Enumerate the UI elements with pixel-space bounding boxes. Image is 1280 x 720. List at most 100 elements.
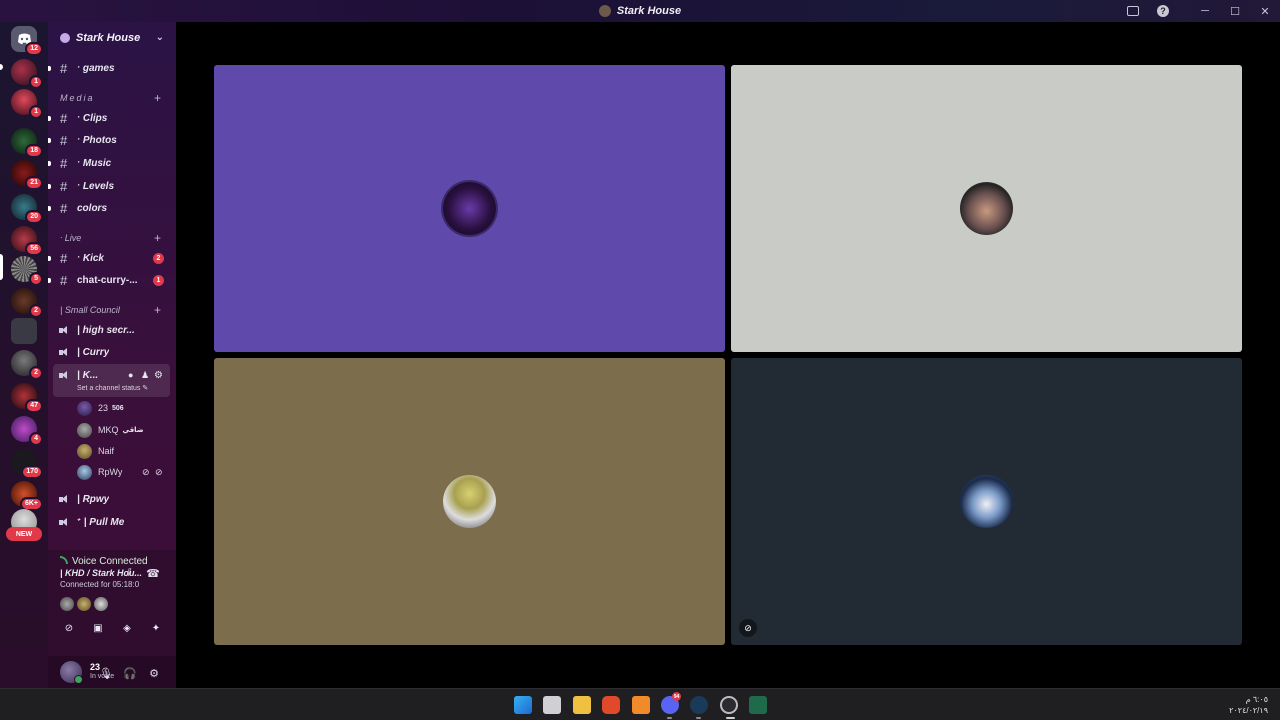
guild-icon [60,33,70,43]
guild-name: Stark House [76,32,141,44]
server-icon[interactable]: 2 [11,350,43,380]
participant-tile[interactable] [731,65,1242,352]
file-explorer-icon[interactable] [573,696,591,714]
speaker-icon [59,347,70,357]
start-button[interactable] [514,696,532,714]
voice-channel-rpwy[interactable]: | Rpwy [48,489,176,509]
system-clock[interactable]: ٦:٠٥ م ٢٠٢٤/٠٢/١٩ [1229,694,1268,716]
voice-channel-pull-me[interactable]: ᐩ | Pull Me [48,512,176,532]
camera-off-icon: ⊘ [142,466,150,477]
voice-user-name: 23 [98,403,109,413]
voice-user[interactable]: MKQ ضاقي [77,421,144,439]
voice-connected-time: Connected for 05:18:0 [60,580,140,589]
maximize-button[interactable]: ☐ [1220,0,1250,22]
server-icon[interactable]: 47 [11,383,43,413]
server-icon[interactable]: 1 [11,59,43,89]
close-button[interactable]: ✕ [1250,0,1280,22]
camera-off-button[interactable]: ⊘ [58,620,80,636]
avatar [77,400,92,416]
minimize-button[interactable]: ─ [1190,0,1220,22]
category-live[interactable]: ᐧ Live + [60,231,161,245]
channel-chat-curry[interactable]: # chat-curry-... 1 [48,270,176,290]
add-member-icon[interactable]: ♟ [141,370,149,381]
category-label: Media [60,93,95,103]
create-channel-icon[interactable]: + [154,303,161,317]
task-view-icon[interactable] [543,696,561,714]
steam-icon[interactable] [690,696,708,714]
channel-label: ᐩ | Pull Me [77,516,125,528]
avatar[interactable] [60,661,83,684]
channel-clips[interactable]: # ᐧ Clips [48,108,176,128]
app-icon[interactable] [720,696,738,714]
voice-channel-curry[interactable]: | Curry [48,342,176,362]
channel-games[interactable]: # ᐧ games [48,58,176,78]
server-icon[interactable]: 170 [11,449,43,479]
server-icon[interactable]: 21 [11,160,43,190]
hash-icon: # [60,178,68,194]
unread-dot [48,160,51,166]
voice-user[interactable]: Naif [77,442,114,460]
close-icon: ✕ [1260,5,1270,18]
voice-channel-khd[interactable]: | K... ● ♟ ⚙ [48,365,176,385]
app-icon[interactable] [749,696,767,714]
participant-tile[interactable] [214,358,725,645]
channel-kick[interactable]: # ᐧ Kick 2 [48,248,176,268]
category-small-council[interactable]: | Small Council + [60,303,161,317]
server-icon[interactable]: 1 [11,89,43,119]
hash-icon: # [60,110,68,126]
category-media[interactable]: Media + [60,91,161,105]
app-icon[interactable] [632,696,650,714]
participant-avatar [443,182,496,235]
server-icon[interactable]: 18 [11,128,43,158]
channel-photos[interactable]: # ᐧ Photos [48,130,176,150]
headphones-button[interactable]: 🎧 [123,666,137,680]
channel-colors[interactable]: # colors [48,198,176,218]
soundboard-button[interactable]: ✦ [145,620,167,636]
chat-bubble-icon[interactable]: ● [128,370,133,380]
avatar [94,597,108,611]
server-icon-stark-house[interactable]: 5 [11,256,43,286]
channel-levels[interactable]: # ᐧ Levels [48,176,176,196]
server-icon[interactable]: 20 [11,194,43,224]
unread-dot [48,255,51,261]
hash-icon: # [60,60,68,76]
server-icon[interactable]: 2 [11,288,43,318]
voice-user[interactable]: 23 506 [77,399,124,417]
guild-header[interactable]: Stark House ⌄ [48,22,176,54]
brave-browser-icon[interactable] [602,696,620,714]
create-channel-icon[interactable]: + [154,91,163,105]
avatar [77,422,92,438]
channel-status-link[interactable]: Set a channel status ✎ [77,384,148,392]
screen-share-button[interactable]: ▣ [87,620,109,636]
server-badge: 1 [29,105,43,119]
speaker-icon [59,517,70,527]
server-icon[interactable] [11,318,37,344]
noise-suppression-icon[interactable]: ⫽ [122,566,136,580]
server-icon[interactable]: 56 [11,226,43,256]
channel-music[interactable]: # ᐧ Music [48,153,176,173]
chevron-down-icon: ⌄ [155,32,164,43]
unread-dot [48,137,51,143]
user-settings-button[interactable]: ⚙ [147,666,161,680]
server-badge: 5 [29,272,43,286]
channel-sidebar: Stark House ⌄ # ᐧ games Media + # ᐧ Clip… [48,22,176,688]
gear-icon[interactable]: ⚙ [154,370,163,381]
camera-off-icon: ⊘ [739,619,757,637]
participant-tile[interactable]: ⊘ [731,358,1242,645]
participant-tile[interactable] [214,65,725,352]
help-button[interactable]: ? [1148,0,1178,22]
disconnect-icon[interactable]: ☎ [146,566,160,580]
create-channel-icon[interactable]: + [154,231,161,245]
speaker-icon [59,494,70,504]
activity-button[interactable]: ◈ [116,620,138,636]
server-icon[interactable]: 4 [11,416,43,446]
voice-channel-high-secret[interactable]: | high secr... [48,320,176,340]
voice-user[interactable]: RpWy ⊘ ⊘ [77,463,163,481]
window-title: Stark House [598,5,681,17]
server-icon[interactable]: 6K+ [11,481,43,511]
avatar [77,464,92,480]
inbox-button[interactable] [1118,0,1148,22]
direct-messages-button[interactable]: 12 [11,26,43,56]
user-panel: 23 In voice 🎙 🎧 ⚙ [48,656,176,688]
microphone-button[interactable]: 🎙 [99,666,113,680]
